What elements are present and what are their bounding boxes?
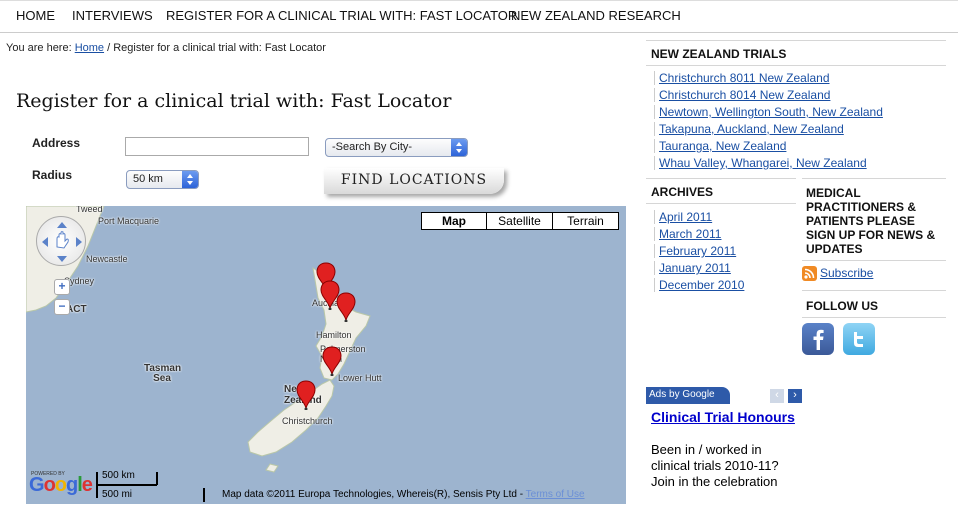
- ad-next-icon[interactable]: ›: [788, 389, 802, 403]
- ad-header: Ads by Google ‹ ›: [646, 387, 806, 404]
- location-marker[interactable]: [336, 292, 356, 322]
- archive-link[interactable]: March 2011: [653, 227, 721, 241]
- nav-register-clinical-trial[interactable]: REGISTER FOR A CLINICAL TRIAL WITH: FAST…: [166, 8, 517, 23]
- nav-top-divider: [0, 0, 958, 1]
- zoom-in-button[interactable]: +: [54, 279, 70, 295]
- archive-link[interactable]: January 2011: [654, 261, 731, 275]
- location-marker[interactable]: [296, 380, 316, 410]
- attribution-text: Map data ©2011 Europa Technologies, Wher…: [222, 489, 526, 500]
- new-zealand-trials-heading: NEW ZEALAND TRIALS: [651, 47, 787, 61]
- google-ad-block: Ads by Google ‹ › Clinical Trial Honours…: [646, 387, 806, 509]
- breadcrumb-home-link[interactable]: Home: [75, 42, 104, 54]
- trial-link[interactable]: Whau Valley, Whangarei, New Zealand: [654, 156, 867, 170]
- rss-icon[interactable]: [802, 266, 817, 281]
- city-select-value: -Search By City-: [332, 141, 413, 153]
- address-label: Address: [32, 136, 81, 150]
- medical-practitioners-heading: MEDICAL PRACTITIONERS & PATIENTS PLEASE …: [806, 186, 936, 256]
- top-navigation: HOME INTERVIEWS REGISTER FOR A CLINICAL …: [0, 0, 958, 33]
- ad-body: Been in / worked in clinical trials 2010…: [651, 442, 779, 489]
- map-type-map-button[interactable]: Map: [421, 212, 487, 230]
- divider: [802, 260, 946, 261]
- city-select[interactable]: -Search By City-: [325, 138, 468, 157]
- page-title: Register for a clinical trial with: Fast…: [16, 90, 452, 112]
- divider: [802, 317, 946, 318]
- divider: [646, 40, 946, 41]
- divider: [646, 65, 946, 66]
- map-label: Hamilton: [316, 330, 352, 340]
- trial-link[interactable]: Newtown, Wellington South, New Zealand: [654, 105, 883, 119]
- subscribe-link[interactable]: Subscribe: [820, 266, 873, 280]
- divider: [646, 178, 796, 179]
- twitter-icon[interactable]: [843, 323, 875, 355]
- radius-select[interactable]: 50 km: [126, 170, 199, 189]
- archive-link[interactable]: April 2011: [653, 210, 712, 224]
- scale-km-label: 500 km: [102, 470, 135, 481]
- radius-select-value: 50 km: [133, 173, 163, 185]
- zoom-out-button[interactable]: −: [54, 299, 70, 315]
- trial-link[interactable]: Christchurch 8011 New Zealand: [654, 71, 830, 85]
- nav-home[interactable]: HOME: [16, 8, 55, 23]
- breadcrumb-current: / Register for a clinical trial with: Fa…: [104, 42, 326, 54]
- nav-new-zealand-research[interactable]: NEW ZEALAND RESEARCH: [511, 8, 681, 23]
- follow-us-heading: FOLLOW US: [806, 299, 878, 313]
- archives-heading: ARCHIVES: [651, 185, 714, 199]
- trial-link[interactable]: Tauranga, New Zealand: [653, 139, 786, 153]
- location-marker[interactable]: [322, 346, 342, 376]
- map-label: Tweed: [76, 206, 103, 214]
- map-pan-control[interactable]: [36, 216, 86, 266]
- map-label: Tasman Sea: [144, 363, 182, 384]
- map-divider: [203, 488, 205, 502]
- address-input[interactable]: [125, 137, 309, 156]
- map-label: Christchurch: [282, 416, 333, 426]
- terms-of-use-link[interactable]: Terms of Use: [526, 489, 585, 500]
- breadcrumb-prefix: You are here:: [6, 42, 75, 54]
- archive-link[interactable]: February 2011: [653, 244, 736, 258]
- radius-label: Radius: [32, 168, 73, 182]
- map[interactable]: Tweed Port Macquarie Newcastle Sydney AC…: [26, 206, 626, 504]
- archive-link[interactable]: December 2010: [653, 278, 744, 292]
- select-arrows-icon: [182, 171, 198, 188]
- divider: [802, 178, 946, 179]
- trial-link[interactable]: Takapuna, Auckland, New Zealand: [654, 122, 844, 136]
- ads-by-google-label[interactable]: Ads by Google: [646, 387, 730, 404]
- scale-mi-label: 500 mi: [102, 489, 133, 500]
- trial-link[interactable]: Christchurch 8014 New Zealand: [653, 88, 830, 102]
- divider: [802, 290, 946, 291]
- map-attribution: Map data ©2011 Europa Technologies, Wher…: [222, 489, 585, 500]
- select-arrows-icon: [451, 139, 467, 156]
- map-label: Port Macquarie: [98, 216, 160, 226]
- google-logo[interactable]: Google: [29, 474, 93, 497]
- nav-interviews[interactable]: INTERVIEWS: [72, 8, 153, 23]
- divider: [646, 203, 796, 204]
- ad-title-link[interactable]: Clinical Trial Honours: [651, 409, 801, 425]
- map-type-satellite-button[interactable]: Satellite: [486, 212, 553, 230]
- facebook-icon[interactable]: [802, 323, 834, 355]
- map-label: Newcastle: [86, 254, 128, 264]
- map-label: Lower Hutt: [338, 373, 382, 383]
- pan-arrows-icon: [42, 222, 82, 262]
- find-locations-button[interactable]: FIND LOCATIONS: [324, 168, 504, 194]
- ad-prev-icon[interactable]: ‹: [770, 389, 784, 403]
- map-type-terrain-button[interactable]: Terrain: [552, 212, 619, 230]
- breadcrumb: You are here: Home / Register for a clin…: [6, 42, 326, 54]
